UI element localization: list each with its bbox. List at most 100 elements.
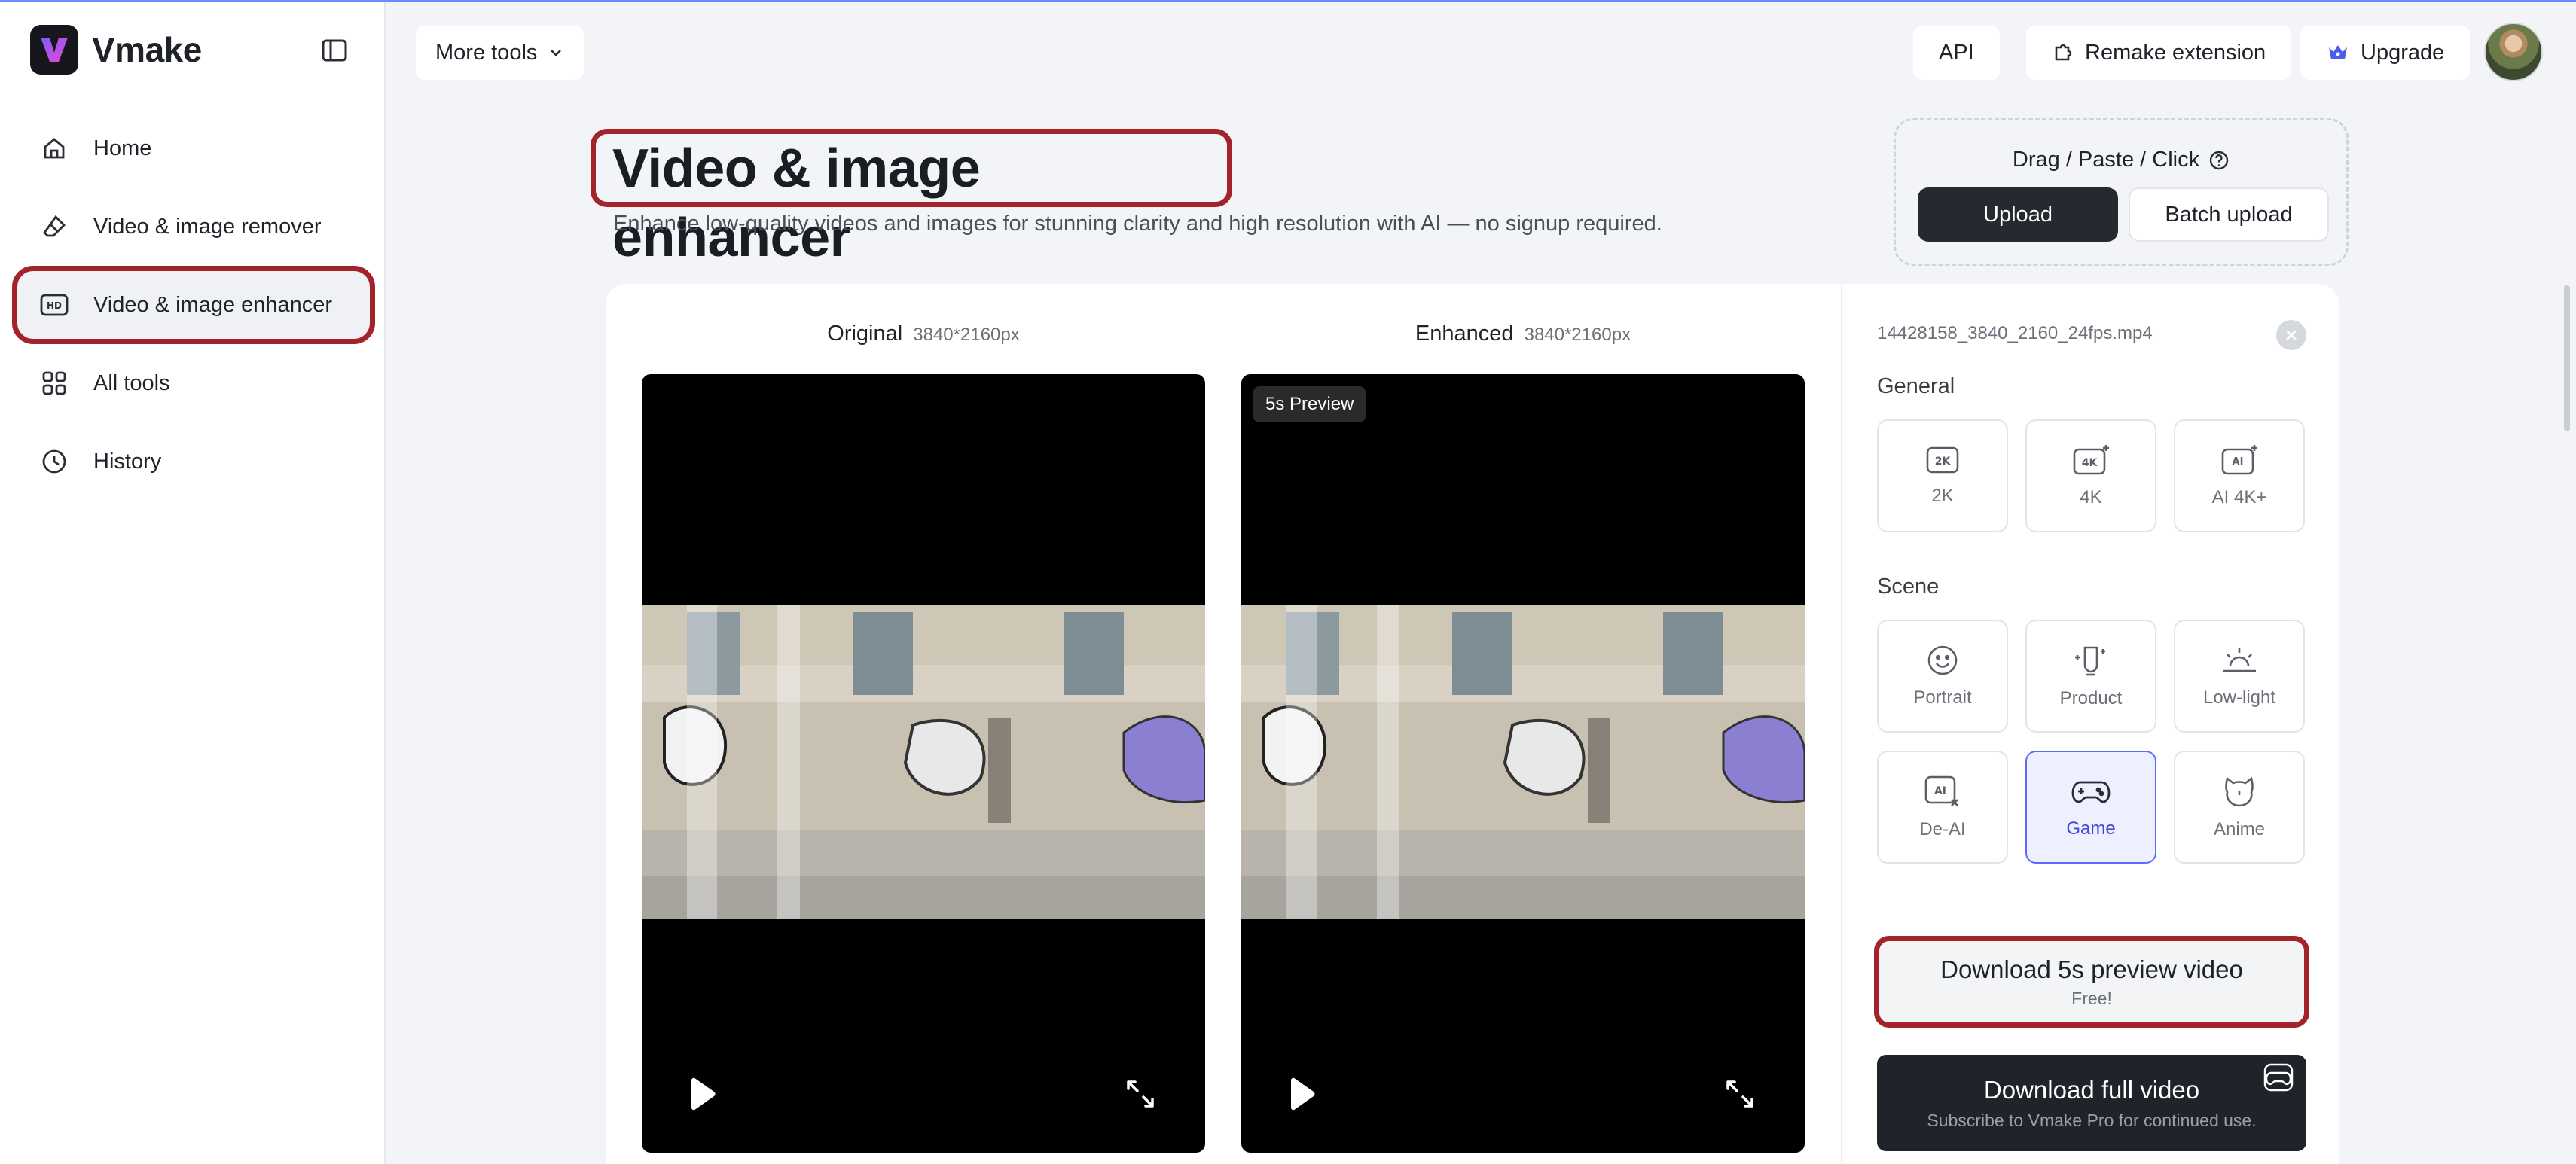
top-bar: More tools API Remake extension Upgrade <box>387 2 2576 100</box>
remake-extension-button[interactable]: Remake extension <box>2026 26 2292 80</box>
sidebar-item-all-tools[interactable]: All tools <box>17 349 371 418</box>
download-full-sub: Subscribe to Vmake Pro for continued use… <box>1927 1110 2257 1130</box>
svg-text:AI: AI <box>1934 785 1946 797</box>
option-label: Game <box>2066 818 2116 839</box>
sidebar-toggle-icon[interactable] <box>319 35 349 66</box>
pro-gamepad-icon <box>2263 1063 2294 1092</box>
enhanced-dimensions: 3840*2160px <box>1524 325 1631 345</box>
download-preview-label: Download 5s preview video <box>1940 955 2243 983</box>
upload-hint: Drag / Paste / Click <box>1896 148 2346 172</box>
sidebar-item-label: Home <box>93 136 152 160</box>
ai-4k-icon: AI <box>2221 445 2257 475</box>
eraser-icon <box>39 212 69 242</box>
brand-name: Vmake <box>92 30 202 69</box>
svg-text:2K: 2K <box>1935 456 1952 468</box>
option-label: De-AI <box>1919 819 1966 839</box>
more-tools-dropdown[interactable]: More tools <box>416 26 584 80</box>
option-label: Anime <box>2213 819 2266 839</box>
option-low-light[interactable]: Low-light <box>2174 620 2305 733</box>
download-full-button[interactable]: Download full video Subscribe to Vmake P… <box>1877 1055 2306 1151</box>
sunrise-icon <box>2223 648 2256 672</box>
option-label: 2K <box>1931 486 1954 506</box>
play-icon[interactable] <box>1285 1076 1318 1112</box>
product-icon <box>2075 646 2105 676</box>
option-portrait[interactable]: Portrait <box>1877 620 2008 733</box>
puzzle-icon <box>2055 44 2072 61</box>
preview-pane: Original 3840*2160px Enhanced 3840*2160p… <box>606 284 1841 1164</box>
grid-icon <box>39 368 69 398</box>
fullscreen-icon[interactable] <box>1124 1077 1157 1111</box>
option-product[interactable]: Product <box>2025 620 2156 733</box>
original-label: Original 3840*2160px <box>642 321 1205 346</box>
help-icon[interactable] <box>2208 150 2230 171</box>
fullscreen-icon[interactable] <box>1723 1077 1757 1111</box>
close-icon[interactable] <box>2276 320 2306 350</box>
pane-divider <box>1841 284 1842 1164</box>
sidebar: Vmake Home Video & image remover HD Vide… <box>0 2 386 1164</box>
api-label: API <box>1939 40 1974 65</box>
page-title: Video & image enhancer <box>591 129 1232 268</box>
enhanced-label: Enhanced 3840*2160px <box>1241 321 1805 346</box>
sidebar-item-label: Video & image enhancer <box>93 292 333 317</box>
play-icon[interactable] <box>685 1076 719 1112</box>
api-button[interactable]: API <box>1913 26 2000 80</box>
enhancer-card: Original 3840*2160px Enhanced 3840*2160p… <box>606 284 2339 1164</box>
sidebar-item-label: Video & image remover <box>93 214 322 239</box>
upgrade-button[interactable]: Upgrade <box>2300 26 2471 80</box>
vmake-logo-icon <box>30 25 78 75</box>
option-anime[interactable]: Anime <box>2174 751 2305 864</box>
4k-icon: 4K <box>2073 445 2109 475</box>
original-video-player[interactable] <box>642 374 1205 1153</box>
gamepad-icon <box>2071 781 2111 803</box>
download-preview-sub: Free! <box>2071 988 2112 1008</box>
sidebar-item-enhancer[interactable]: HD Video & image enhancer <box>12 266 375 344</box>
sidebar-item-home[interactable]: Home <box>17 114 371 183</box>
bear-icon <box>2225 776 2254 807</box>
general-label: General <box>1877 374 1955 398</box>
svg-text:4K: 4K <box>2082 457 2098 469</box>
remake-extension-label: Remake extension <box>2085 40 2266 65</box>
option-label: Portrait <box>1913 687 1972 708</box>
option-label: Product <box>2059 688 2123 708</box>
option-label: 4K <box>2080 487 2102 507</box>
video-frame <box>1241 605 1805 919</box>
enhanced-title: Enhanced <box>1415 321 1514 346</box>
option-2k[interactable]: 2K 2K <box>1877 419 2008 532</box>
scene-label: Scene <box>1877 574 1940 599</box>
upload-dropzone[interactable]: Drag / Paste / Click Upload Batch upload <box>1894 118 2349 266</box>
de-ai-icon: AI <box>1924 775 1958 806</box>
hd-icon: HD <box>39 290 69 320</box>
file-name: 14428158_3840_2160_24fps.mp4 <box>1877 323 2153 343</box>
chevron-down-icon <box>551 50 562 56</box>
2k-icon: 2K <box>1926 446 1959 474</box>
sidebar-item-remover[interactable]: Video & image remover <box>17 192 371 261</box>
preview-badge: 5s Preview <box>1253 386 1366 422</box>
crown-icon <box>2329 45 2347 59</box>
smile-icon <box>1927 645 1958 675</box>
option-label: AI 4K+ <box>2211 487 2267 507</box>
option-4k[interactable]: 4K 4K <box>2025 419 2156 532</box>
option-de-ai[interactable]: AI De-AI <box>1877 751 2008 864</box>
sidebar-item-history[interactable]: History <box>17 427 371 496</box>
logo[interactable]: Vmake <box>30 25 202 75</box>
page-subtitle: Enhance low-quality videos and images fo… <box>613 212 1662 236</box>
clock-icon <box>39 446 69 477</box>
original-dimensions: 3840*2160px <box>913 325 1020 345</box>
option-ai-4k-plus[interactable]: AI AI 4K+ <box>2174 419 2305 532</box>
option-game[interactable]: Game <box>2025 751 2156 864</box>
original-title: Original <box>827 321 903 346</box>
sidebar-item-label: All tools <box>93 370 170 395</box>
settings-panel: 14428158_3840_2160_24fps.mp4 General 2K … <box>1874 284 2309 1164</box>
enhanced-video-player[interactable]: 5s Preview <box>1241 374 1805 1153</box>
home-icon <box>39 133 69 163</box>
upload-button[interactable]: Upload <box>1918 187 2118 242</box>
batch-upload-button[interactable]: Batch upload <box>2129 187 2329 242</box>
download-preview-button[interactable]: Download 5s preview video Free! <box>1874 936 2309 1028</box>
video-frame <box>642 605 1205 919</box>
download-full-label: Download full video <box>1983 1075 2200 1104</box>
more-tools-label: More tools <box>435 40 538 65</box>
upgrade-label: Upgrade <box>2361 40 2445 65</box>
page-scrollbar[interactable] <box>2564 285 2570 431</box>
avatar[interactable] <box>2484 23 2543 81</box>
upload-hint-text: Drag / Paste / Click <box>2012 148 2200 172</box>
